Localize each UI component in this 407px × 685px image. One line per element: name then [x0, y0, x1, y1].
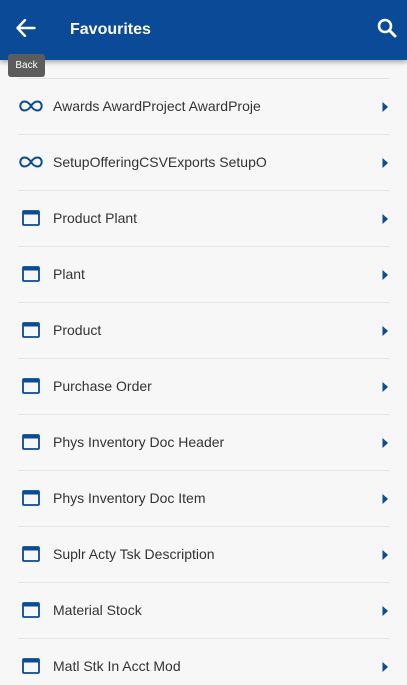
list-item[interactable]: Phys Inventory Doc Item: [0, 471, 407, 527]
link-icon: [19, 96, 43, 116]
window-icon: [19, 488, 43, 508]
window-icon: [19, 656, 43, 676]
list-item-label: Phys Inventory Doc Item: [53, 490, 206, 506]
list-item-label: SetupOfferingCSVExports SetupO: [53, 154, 267, 170]
chevron-right-icon: [381, 268, 389, 280]
back-tooltip: Back: [8, 54, 45, 77]
list-item-label: Matl Stk In Acct Mod: [53, 658, 181, 674]
window-icon: [19, 208, 43, 228]
page-title: Favourites: [70, 21, 151, 38]
list-item[interactable]: Phys Inventory Doc Header: [0, 415, 407, 471]
list-item[interactable]: Material Stock: [0, 583, 407, 639]
window-icon: [19, 600, 43, 620]
back-button[interactable]: [12, 16, 40, 44]
chevron-right-icon: [381, 548, 389, 560]
list-item-label: Awards AwardProject AwardProje: [53, 98, 261, 114]
list-item-label: Suplr Acty Tsk Description: [53, 546, 215, 562]
list-item[interactable]: SetupOfferingCSVExports SetupO: [0, 135, 407, 191]
chevron-right-icon: [381, 604, 389, 616]
window-icon: [19, 376, 43, 396]
search-button[interactable]: [373, 16, 401, 44]
app-screen: Favourites Back Awards AwardProject Awar…: [0, 0, 407, 685]
list-item[interactable]: Matl Stk In Acct Mod: [0, 639, 407, 685]
window-icon: [19, 320, 43, 340]
chevron-right-icon: [381, 436, 389, 448]
list-item-label: Product Plant: [53, 210, 138, 226]
list-item-label: Material Stock: [53, 602, 142, 618]
app-header: Favourites: [0, 0, 407, 60]
list-item-label: Product: [53, 322, 102, 338]
link-icon: [19, 152, 43, 172]
search-icon: [377, 18, 397, 43]
window-icon: [19, 432, 43, 452]
arrow-left-icon: [16, 18, 36, 42]
list-item-label: Phys Inventory Doc Header: [53, 434, 225, 450]
chevron-right-icon: [381, 156, 389, 168]
list-item-label: Purchase Order: [53, 378, 152, 394]
list-item[interactable]: Product: [0, 303, 407, 359]
list-item[interactable]: Purchase Order: [0, 359, 407, 415]
list-item-label: Plant: [53, 266, 85, 282]
window-icon: [19, 544, 43, 564]
list-item[interactable]: Suplr Acty Tsk Description: [0, 527, 407, 583]
chevron-right-icon: [381, 660, 389, 672]
list-item[interactable]: Awards AwardProject AwardProje: [0, 79, 407, 135]
chevron-right-icon: [381, 100, 389, 112]
chevron-right-icon: [381, 492, 389, 504]
chevron-right-icon: [381, 212, 389, 224]
window-icon: [19, 264, 43, 284]
list-item[interactable]: Plant: [0, 247, 407, 303]
list-item[interactable]: Product Plant: [0, 191, 407, 247]
chevron-right-icon: [381, 324, 389, 336]
chevron-right-icon: [381, 380, 389, 392]
